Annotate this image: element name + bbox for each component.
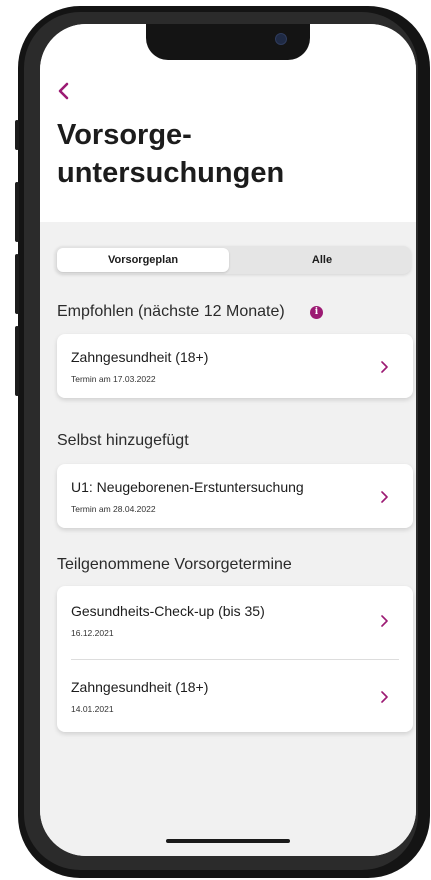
item-title: Gesundheits-Check-up (bis 35) [71, 603, 265, 619]
main-content: Vorsorgeplan Alle Empfohlen (nächste 12 … [40, 222, 416, 856]
list-item[interactable]: U1: Neugeborenen-Erstuntersuchung Termin… [57, 464, 413, 528]
item-title: Zahngesundheit (18+) [71, 679, 209, 695]
item-date: 14.01.2021 [71, 704, 114, 714]
list-item[interactable]: Gesundheits-Check-up (bis 35) 16.12.2021 [57, 588, 413, 652]
list-item[interactable]: Zahngesundheit (18+) Termin am 17.03.202… [57, 334, 413, 398]
tab-vorsorgeplan[interactable]: Vorsorgeplan [57, 248, 229, 272]
mute-switch [15, 120, 19, 150]
volume-down-button [15, 254, 19, 314]
section-title-recommended: Empfohlen (nächste 12 Monate) [57, 303, 285, 320]
segmented-control: Vorsorgeplan Alle [55, 246, 411, 274]
item-date: Termin am 17.03.2022 [71, 374, 156, 384]
home-indicator[interactable] [166, 839, 290, 843]
tab-alle[interactable]: Alle [233, 246, 411, 274]
list-item[interactable]: Zahngesundheit (18+) 14.01.2021 [57, 664, 413, 728]
card-recommended: Zahngesundheit (18+) Termin am 17.03.202… [57, 334, 413, 398]
chevron-right-icon [381, 691, 388, 703]
section-title-self-added: Selbst hinzugefügt [57, 432, 189, 449]
info-icon[interactable]: i [310, 306, 323, 319]
item-date: Termin am 28.04.2022 [71, 504, 156, 514]
card-self-added: U1: Neugeborenen-Erstuntersuchung Termin… [57, 464, 413, 528]
chevron-right-icon [381, 491, 388, 503]
chevron-right-icon [381, 361, 388, 373]
chevron-right-icon [381, 615, 388, 627]
item-title: Zahngesundheit (18+) [71, 349, 209, 365]
power-button [15, 326, 19, 396]
app-screen: Vorsorge- untersuchungen Vorsorgeplan Al… [40, 24, 416, 856]
section-title-attended: Teilgenommene Vorsorgetermine [57, 556, 292, 573]
page-title: Vorsorge- untersuchungen [57, 119, 285, 189]
divider [71, 659, 399, 660]
item-title: U1: Neugeborenen-Erstuntersuchung [71, 479, 304, 495]
notch [146, 24, 310, 60]
item-date: 16.12.2021 [71, 628, 114, 638]
card-attended: Gesundheits-Check-up (bis 35) 16.12.2021… [57, 586, 413, 732]
chevron-left-icon[interactable] [52, 79, 76, 103]
volume-up-button [15, 182, 19, 242]
front-camera [275, 33, 287, 45]
